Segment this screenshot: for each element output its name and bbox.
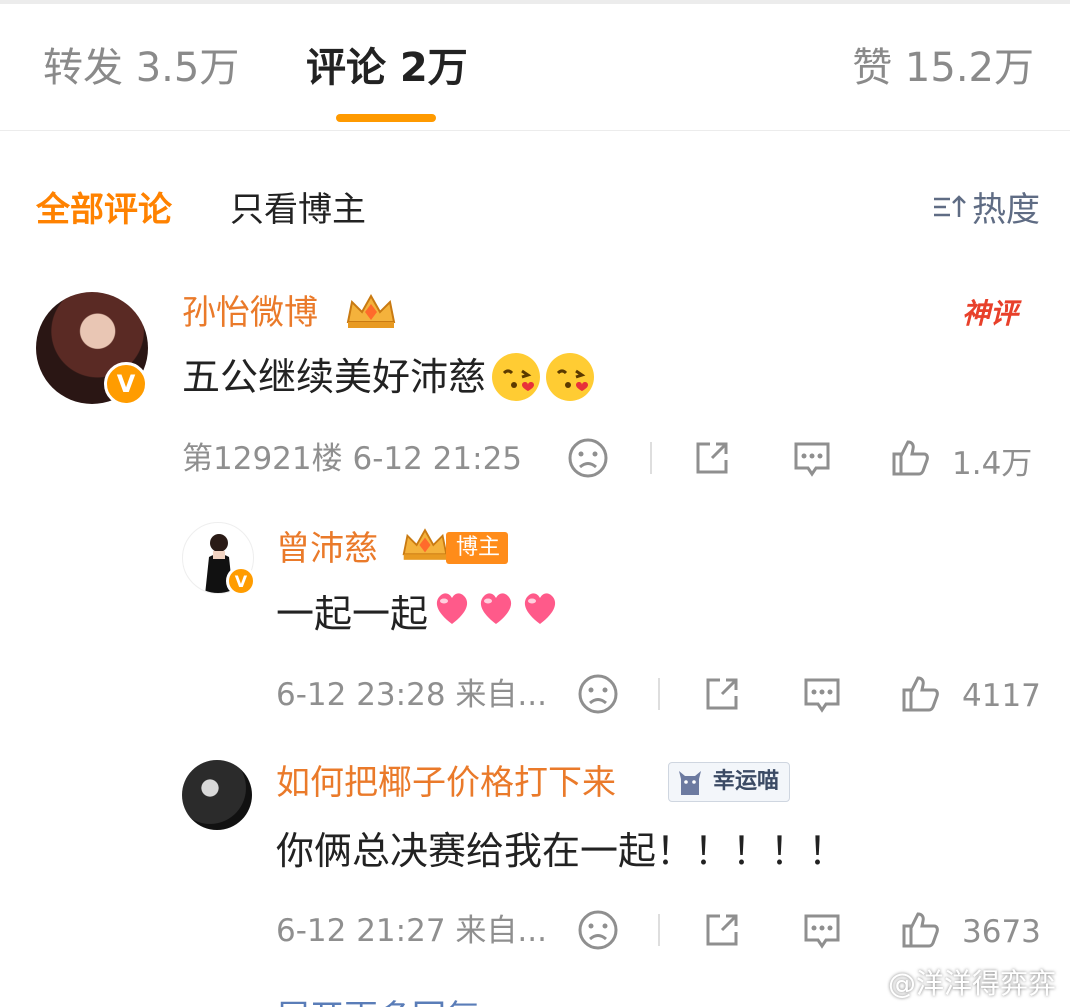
dislike-icon[interactable] <box>566 436 610 480</box>
like-button[interactable]: 3673 <box>898 908 1041 956</box>
share-icon[interactable] <box>690 436 734 480</box>
kiss-emoji-icon <box>546 353 595 401</box>
action-divider <box>650 442 652 474</box>
thumbs-up-icon <box>888 436 932 484</box>
reply-icon[interactable] <box>800 908 844 952</box>
like-count: 1.4万 <box>952 445 1033 482</box>
sort-icon <box>932 188 966 232</box>
god-comment-badge: 神评 <box>962 297 1019 330</box>
reply-username[interactable]: 如何把椰子价格打下来 <box>276 760 616 806</box>
heart-emoji-icon <box>432 588 472 640</box>
tabs-divider <box>0 130 1070 131</box>
verified-badge: V <box>104 362 148 406</box>
comment-content: 五公继续美好沛慈 <box>182 352 595 402</box>
top-divider <box>0 0 1070 4</box>
heart-emoji-icon <box>520 588 560 640</box>
lucky-cat-tag: 幸运喵 <box>668 762 791 802</box>
crown-icon <box>344 292 398 336</box>
sort-label: 热度 <box>972 190 1040 230</box>
filter-blogger-only[interactable]: 只看博主 <box>230 188 366 232</box>
reply-username[interactable]: 曾沛慈 <box>276 526 378 572</box>
reply-meta: 6-12 21:27 来自... <box>276 913 547 949</box>
more-replies-link[interactable]: 展开更多回复 <box>276 990 480 1007</box>
tab-like[interactable]: 赞 15.2万 <box>852 40 1034 96</box>
comment-meta: 第12921楼 6-12 21:25 <box>182 441 523 477</box>
action-divider <box>658 914 660 946</box>
share-icon[interactable] <box>700 672 744 716</box>
like-count: 3673 <box>962 914 1041 950</box>
comment-username[interactable]: 孙怡微博 <box>182 290 318 336</box>
active-tab-indicator <box>336 114 436 122</box>
action-divider <box>658 678 660 710</box>
cat-icon <box>675 767 705 810</box>
sort-button[interactable]: 热度 <box>932 188 1040 232</box>
reply-meta: 6-12 23:28 来自... <box>276 677 547 713</box>
avatar[interactable] <box>182 760 252 830</box>
heart-emoji-icon <box>476 588 516 640</box>
kiss-emoji-icon <box>492 353 541 401</box>
dislike-icon[interactable] <box>576 908 620 952</box>
blogger-tag: 博主 <box>446 532 509 564</box>
crown-icon <box>400 526 450 568</box>
reply-icon[interactable] <box>800 672 844 716</box>
like-button[interactable]: 1.4万 <box>888 436 1032 484</box>
filter-all-comments[interactable]: 全部评论 <box>36 188 172 232</box>
dislike-icon[interactable] <box>576 672 620 716</box>
tab-repost[interactable]: 转发 3.5万 <box>43 40 239 96</box>
share-icon[interactable] <box>700 908 744 952</box>
reply-content: 一起一起 <box>276 588 560 640</box>
tab-comment[interactable]: 评论 2万 <box>306 40 468 96</box>
reply-content: 你俩总决赛给我在一起！！！！！ <box>276 829 847 873</box>
thumbs-up-icon <box>898 672 942 720</box>
thumbs-up-icon <box>898 908 942 956</box>
like-button[interactable]: 4117 <box>898 672 1041 720</box>
reply-icon[interactable] <box>790 436 834 480</box>
watermark: @洋洋得弈弈 <box>887 967 1056 1000</box>
like-count: 4117 <box>962 678 1041 714</box>
verified-badge: V <box>226 566 256 596</box>
